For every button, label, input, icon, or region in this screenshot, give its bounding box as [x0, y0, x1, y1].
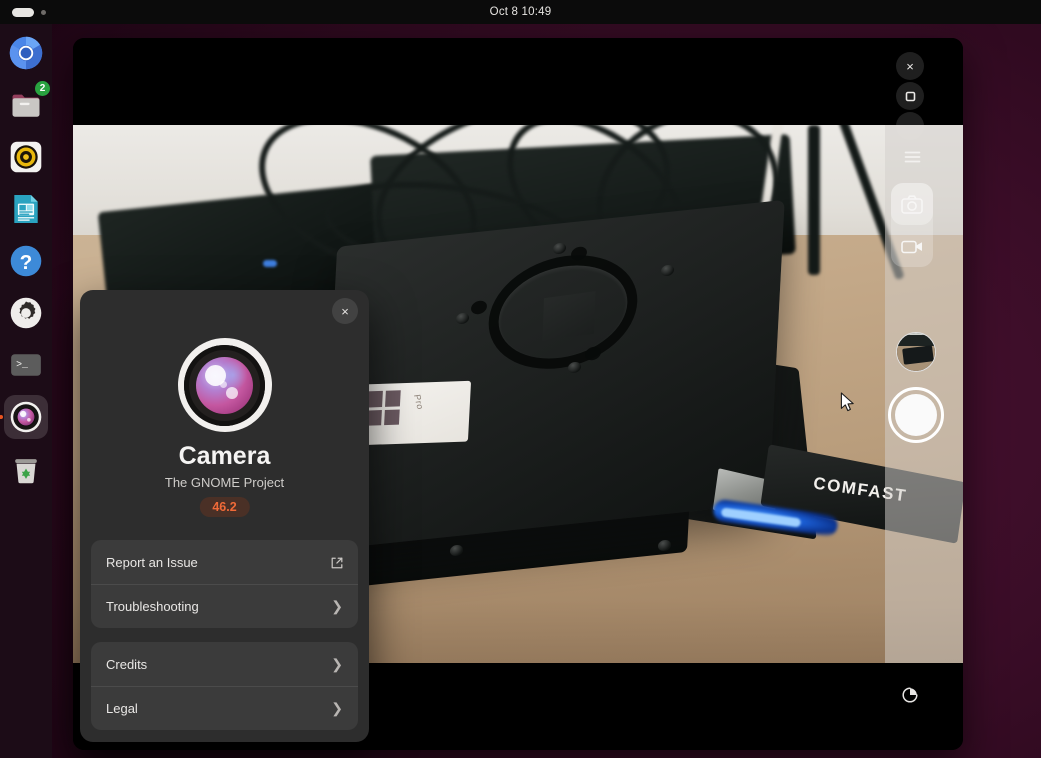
row-label: Troubleshooting	[106, 599, 331, 614]
clock[interactable]: Oct 8 10:49	[0, 6, 1041, 18]
row-label: Credits	[106, 657, 331, 672]
row-label: Report an Issue	[106, 555, 330, 570]
hamburger-menu-icon	[904, 150, 921, 164]
dock-item-impress[interactable]	[4, 187, 48, 231]
window-controls-strip: ×	[885, 38, 963, 750]
svg-text:>_: >_	[16, 359, 28, 370]
about-dialog: × Camera The GNOME Project 46.2 Report a…	[80, 290, 369, 742]
ubuntu-dock: 2 ?	[0, 24, 52, 758]
photo-camera-icon	[901, 195, 923, 214]
dock-item-camera[interactable]	[4, 395, 48, 439]
chevron-right-icon: ❯	[331, 700, 343, 717]
shutter-inner-circle	[895, 394, 937, 436]
impress-icon	[8, 191, 44, 227]
gallery-thumbnail-button[interactable]	[896, 332, 936, 372]
row-troubleshooting[interactable]: Troubleshooting ❯	[91, 584, 358, 628]
dock-item-rhythmbox[interactable]	[4, 135, 48, 179]
photo-mode-button[interactable]	[891, 183, 933, 225]
close-icon: ×	[341, 304, 349, 319]
main-menu-button[interactable]	[898, 143, 926, 171]
help-icon: ?	[8, 243, 44, 279]
camera-mode-panel	[885, 125, 963, 663]
row-credits[interactable]: Credits ❯	[91, 642, 358, 686]
files-badge: 2	[34, 80, 51, 97]
maximize-icon	[905, 91, 916, 102]
viewfinder-letterbox-top	[73, 38, 963, 125]
running-indicator-dot	[0, 415, 3, 419]
gnome-top-bar: Oct 8 10:49	[0, 0, 1041, 24]
row-legal[interactable]: Legal ❯	[91, 686, 358, 730]
dock-item-settings[interactable]	[4, 291, 48, 335]
chevron-right-icon: ❯	[331, 598, 343, 615]
version-badge: 46.2	[199, 497, 249, 517]
countdown-timer-button[interactable]	[896, 681, 924, 709]
dock-item-help[interactable]: ?	[4, 239, 48, 283]
video-mode-button[interactable]	[891, 225, 933, 267]
about-list-group-1: Report an Issue Troubleshooting ❯	[91, 540, 358, 628]
about-list-group-2: Credits ❯ Legal ❯	[91, 642, 358, 730]
shutter-button[interactable]	[888, 387, 944, 443]
row-report-an-issue[interactable]: Report an Issue	[91, 540, 358, 584]
svg-text:?: ?	[20, 251, 33, 274]
row-label: Legal	[106, 701, 331, 716]
app-developer: The GNOME Project	[80, 475, 369, 490]
timer-icon	[901, 686, 919, 704]
close-icon: ×	[906, 60, 914, 73]
dock-item-files[interactable]: 2	[4, 83, 48, 127]
app-name: Camera	[80, 442, 369, 471]
window-maximize-button[interactable]	[896, 82, 924, 110]
window-close-button[interactable]: ×	[896, 52, 924, 80]
chevron-right-icon: ❯	[331, 656, 343, 673]
trash-icon	[8, 451, 44, 487]
video-camera-icon	[901, 239, 924, 254]
dock-item-trash[interactable]	[4, 447, 48, 491]
chromium-icon	[8, 35, 44, 71]
camera-icon	[8, 399, 44, 435]
mouse-cursor	[840, 392, 856, 414]
dock-item-terminal[interactable]: >_	[4, 343, 48, 387]
about-close-button[interactable]: ×	[332, 298, 358, 324]
dock-item-chromium[interactable]	[4, 31, 48, 75]
camera-app-icon	[178, 338, 272, 432]
gear-icon	[8, 295, 44, 331]
rhythmbox-icon	[8, 139, 44, 175]
terminal-icon: >_	[8, 347, 44, 383]
external-link-icon	[330, 556, 343, 569]
